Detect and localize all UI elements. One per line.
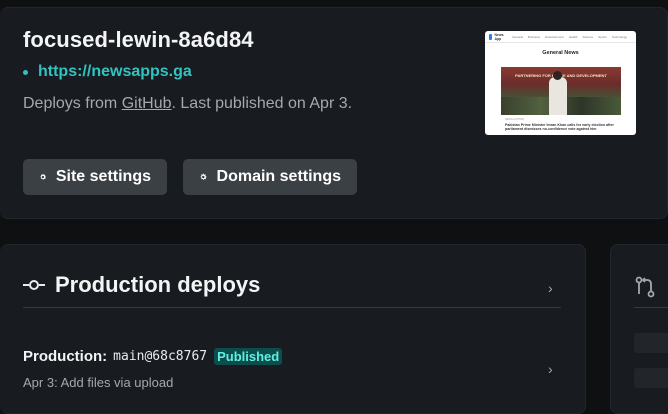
thumbnail-image-person-head [553,71,562,80]
section-divider [23,307,561,308]
thumbnail-navbar: News App General Business Entertainment … [485,31,636,43]
deploy-info-prefix: Deploys from [23,95,122,112]
site-settings-label: Site settings [55,168,151,185]
chevron-right-icon[interactable]: › [548,361,553,377]
deploy-message: Apr 3: Add files via upload [23,375,174,390]
thumbnail-nav-item: Science [582,34,594,39]
deploy-info-suffix: . Last published on Apr 3. [171,95,353,112]
thumbnail-nav-item: Sports [598,34,607,39]
deploy-info: Deploys from GitHub. Last published on A… [23,95,352,113]
commit-icon [23,280,45,290]
thumbnail-nav-item: General [512,34,523,39]
loading-placeholder [634,333,668,353]
thumbnail-logo-text: News App [494,32,504,41]
thumbnail-nav-item: Entertainment [545,34,564,39]
status-badge: Published [214,348,283,365]
thumbnail-nav-item: Health [568,34,578,39]
loading-placeholder [634,368,668,388]
url-bullet [23,69,28,75]
thumbnail-nav-item: Business [527,34,541,39]
production-deploys-header[interactable]: Production deploys [23,272,260,298]
thumbnail-news-image: PARTNERING FOR PEACE AND DEVELOPMENT [501,67,621,115]
production-deploys-title: Production deploys [55,272,261,297]
domain-settings-label: Domain settings [216,168,341,185]
production-deploy-row[interactable]: Production: main@68c8767 Published [23,348,283,365]
deploy-branch-ref: main@68c8767 [113,349,208,364]
gear-icon [40,174,47,180]
thumbnail-caption-meta: NEWS.AUTHOR [505,118,524,121]
chevron-right-icon[interactable]: › [548,280,553,296]
github-link[interactable]: GitHub [122,95,172,112]
gear-icon [200,173,207,180]
site-name: focused-lewin-8a6d84 [23,27,254,52]
domain-settings-button[interactable]: Domain settings [183,159,357,195]
branch-deploys-card [610,244,668,414]
deploy-context-colon: : [102,348,108,365]
thumbnail-caption: Pakistan Prime Minister Imran Khan calls… [505,123,614,132]
site-settings-button[interactable]: Site settings [23,159,167,195]
site-url-row[interactable]: https://newsapps.ga [23,63,192,81]
site-url-link[interactable]: https://newsapps.ga [38,63,192,81]
section-divider [634,307,668,308]
thumbnail-logo-icon [489,33,493,40]
thumbnail-image-person [549,77,567,115]
site-preview-thumbnail[interactable]: News App General Business Entertainment … [485,31,636,135]
thumbnail-nav-item: Technology [611,34,627,39]
git-compare-icon [635,276,655,298]
thumbnail-heading: General News [542,50,579,56]
deploy-context-label: Production [23,348,103,365]
